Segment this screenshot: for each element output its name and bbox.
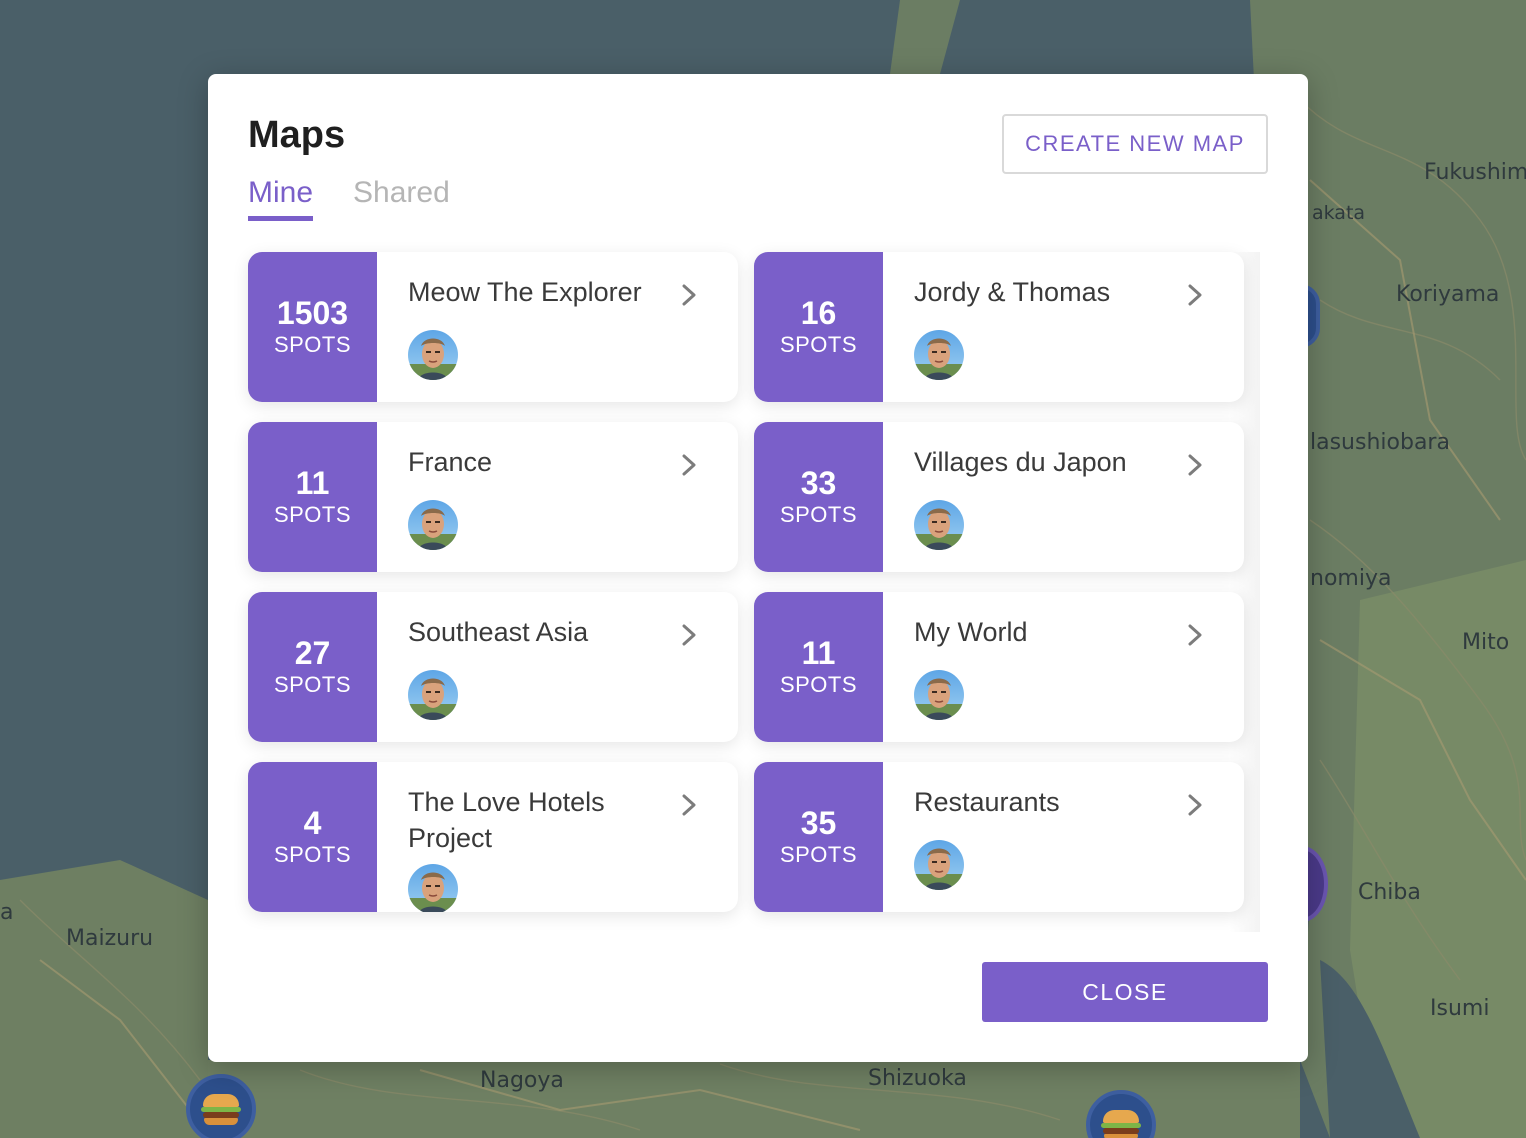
spot-count: 33: [800, 465, 837, 501]
spot-count-label: SPOTS: [273, 842, 352, 867]
map-label-fukushima: Fukushim: [1424, 160, 1526, 185]
spot-count-badge: 11 SPOTS: [248, 422, 377, 572]
spot-count-badge: 33 SPOTS: [754, 422, 883, 572]
chevron-right-icon[interactable]: [1184, 454, 1206, 476]
tab-shared[interactable]: Shared: [353, 176, 450, 221]
map-card[interactable]: 4 SPOTS The Love Hotels Project: [248, 762, 738, 912]
map-label-isumi: Isumi: [1430, 996, 1490, 1021]
spot-count-badge: 1503 SPOTS: [248, 252, 377, 402]
spot-count-label: SPOTS: [779, 502, 858, 527]
maps-list[interactable]: 1503 SPOTS Meow The Explorer 16 SPOTS Jo…: [248, 252, 1260, 932]
owner-avatar: [408, 500, 458, 550]
map-name: Jordy & Thomas: [914, 277, 1111, 307]
map-card-body: My World: [883, 592, 1244, 742]
spot-count-label: SPOTS: [273, 332, 352, 357]
chevron-right-icon[interactable]: [1184, 794, 1206, 816]
tab-bar: Mine Shared: [248, 176, 450, 221]
modal-title: Maps: [248, 114, 346, 156]
chevron-right-icon[interactable]: [678, 794, 700, 816]
spot-count-badge: 4 SPOTS: [248, 762, 377, 912]
spot-count-badge: 27 SPOTS: [248, 592, 377, 742]
owner-avatar: [914, 840, 964, 890]
map-card-body: Southeast Asia: [377, 592, 738, 742]
spot-count: 11: [801, 635, 836, 671]
burger-icon: [1101, 1108, 1141, 1138]
map-card[interactable]: 27 SPOTS Southeast Asia: [248, 592, 738, 742]
chevron-right-icon[interactable]: [678, 284, 700, 306]
map-label-maizuru: Maizuru: [66, 926, 154, 951]
tab-mine[interactable]: Mine: [248, 176, 314, 221]
owner-avatar: [408, 670, 458, 720]
map-card-body: Jordy & Thomas: [883, 252, 1244, 402]
spot-count-label: SPOTS: [273, 502, 352, 527]
spot-count: 4: [303, 805, 322, 841]
spot-count: 27: [294, 635, 331, 671]
close-button[interactable]: CLOSE: [982, 962, 1268, 1022]
map-card[interactable]: 33 SPOTS Villages du Japon: [754, 422, 1244, 572]
owner-avatar: [408, 330, 458, 380]
owner-avatar: [914, 500, 964, 550]
spot-count-badge: 11 SPOTS: [754, 592, 883, 742]
map-card-body: Restaurants: [883, 762, 1244, 912]
map-name: My World: [914, 617, 1028, 647]
map-name: The Love Hotels Project: [408, 787, 605, 853]
owner-avatar: [914, 330, 964, 380]
chevron-right-icon[interactable]: [1184, 284, 1206, 306]
spot-count: 35: [800, 805, 837, 841]
spot-count-badge: 35 SPOTS: [754, 762, 883, 912]
spot-count: 16: [800, 295, 837, 331]
spot-count-label: SPOTS: [779, 332, 858, 357]
map-name: Restaurants: [914, 787, 1060, 817]
burger-icon: [201, 1092, 241, 1126]
map-label-koriyama: Koriyama: [1396, 282, 1500, 307]
map-label-ninomiya: nomiya: [1310, 566, 1392, 591]
map-label-nagoya: Nagoya: [480, 1068, 564, 1093]
map-label-partial: a: [0, 900, 14, 925]
map-label-shizuoka: Shizuoka: [868, 1066, 967, 1091]
map-card[interactable]: 11 SPOTS My World: [754, 592, 1244, 742]
spot-count: 1503: [276, 295, 349, 331]
map-card[interactable]: 16 SPOTS Jordy & Thomas: [754, 252, 1244, 402]
map-marker-restaurant[interactable]: [186, 1074, 256, 1138]
spot-count-label: SPOTS: [779, 672, 858, 697]
spot-count-label: SPOTS: [779, 842, 858, 867]
map-name: Meow The Explorer: [408, 277, 642, 307]
maps-modal: Maps CREATE NEW MAP Mine Shared 1503 SPO…: [208, 74, 1308, 1062]
chevron-right-icon[interactable]: [678, 454, 700, 476]
map-card-body: The Love Hotels Project: [377, 762, 738, 912]
spot-count-label: SPOTS: [273, 672, 352, 697]
map-card[interactable]: 11 SPOTS France: [248, 422, 738, 572]
map-label-chiba: Chiba: [1358, 880, 1421, 905]
map-label-nasushiobara: lasushiobara: [1310, 430, 1450, 455]
owner-avatar: [408, 864, 458, 912]
map-card-body: Meow The Explorer: [377, 252, 738, 402]
map-label-akata: akata: [1312, 202, 1366, 224]
map-card-body: Villages du Japon: [883, 422, 1244, 572]
owner-avatar: [914, 670, 964, 720]
chevron-right-icon[interactable]: [1184, 624, 1206, 646]
spot-count: 11: [295, 465, 330, 501]
chevron-right-icon[interactable]: [678, 624, 700, 646]
map-name: Southeast Asia: [408, 617, 589, 647]
create-new-map-button[interactable]: CREATE NEW MAP: [1002, 114, 1268, 174]
map-name: France: [408, 447, 493, 477]
map-card[interactable]: 1503 SPOTS Meow The Explorer: [248, 252, 738, 402]
map-card[interactable]: 35 SPOTS Restaurants: [754, 762, 1244, 912]
spot-count-badge: 16 SPOTS: [754, 252, 883, 402]
map-card-body: France: [377, 422, 738, 572]
map-name: Villages du Japon: [914, 447, 1127, 477]
map-label-mito: Mito: [1462, 630, 1510, 655]
